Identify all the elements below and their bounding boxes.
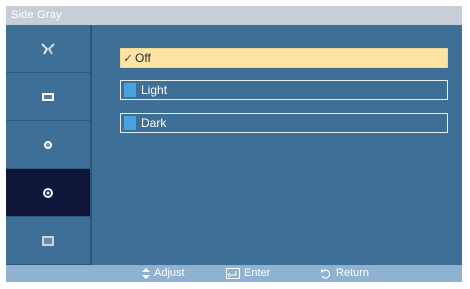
multi-window-icon [42,235,54,246]
osd-window: Side Gray ✓ Off Light Dark Adjust Enter … [6,6,462,282]
option-label: Off [135,51,151,65]
window-title: Side Gray [11,9,62,21]
settings-icon [43,187,53,198]
adjust-label: Adjust [154,267,185,279]
sidebar-item-multi-window[interactable] [6,217,90,265]
setup-icon [44,140,52,149]
return-hint: Return [320,267,369,279]
options-panel: ✓ Off Light Dark [92,25,462,265]
sound-icon [42,92,54,101]
picture-icon [41,42,55,55]
sidebar [6,25,90,265]
check-icon: ✓ [123,52,133,65]
option-label: Light [141,83,168,97]
enter-label: Enter [244,267,271,279]
enter-hint: Enter [226,267,270,279]
sidebar-item-sound[interactable] [6,73,90,121]
up-down-arrow-icon [142,267,150,279]
option-label: Dark [141,116,167,130]
title-bar: Side Gray [6,6,462,25]
return-icon [321,268,331,279]
sidebar-item-picture[interactable] [6,25,90,73]
return-label: Return [336,267,370,279]
footer-bar: Adjust Enter Return [6,265,462,282]
option-off[interactable]: ✓ Off [120,48,448,68]
option-dark[interactable]: Dark [120,113,448,133]
dark-swatch-icon [124,116,136,130]
sidebar-item-setup[interactable] [6,121,90,169]
light-swatch-icon [124,83,136,97]
adjust-hint: Adjust [142,267,185,279]
option-light[interactable]: Light [120,80,448,100]
enter-icon [226,267,240,279]
sidebar-item-settings[interactable] [6,169,90,217]
